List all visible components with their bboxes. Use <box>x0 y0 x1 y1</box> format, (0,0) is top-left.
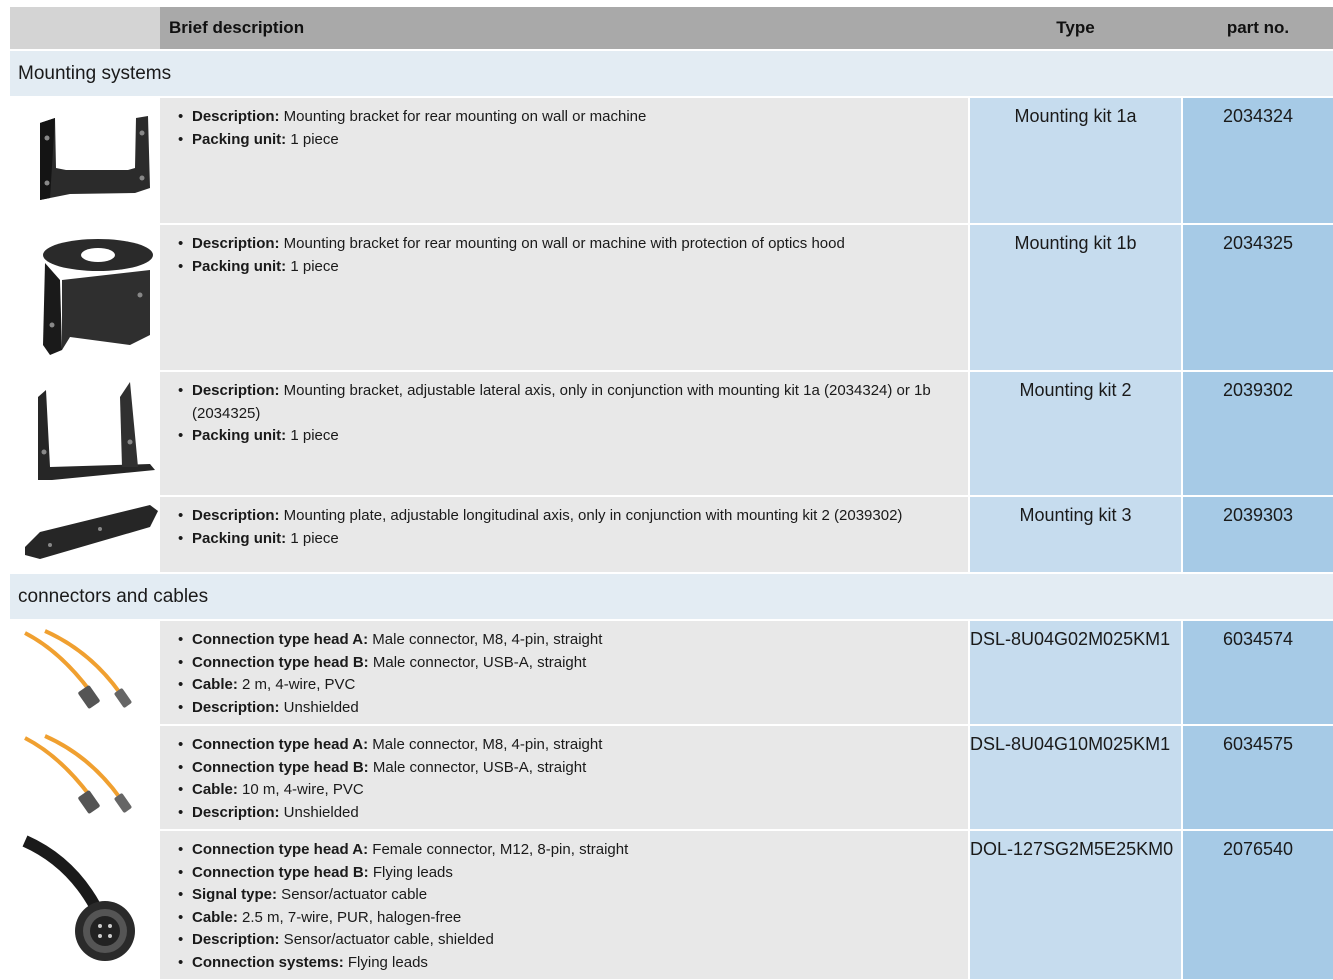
part-number-cell: 2039303 <box>1183 497 1333 572</box>
part-number-cell: 6034575 <box>1183 726 1333 829</box>
accessories-table: Brief description Type part no. Mounting… <box>10 7 1333 979</box>
list-item: Description: Sensor/actuator cable, shie… <box>178 929 958 952</box>
list-item: Connection type head A: Female connector… <box>178 839 958 862</box>
part-number-cell: 2076540 <box>1183 831 1333 979</box>
list-item: Packing unit: 1 piece <box>178 256 958 279</box>
table-row: Connection type head A: Female connector… <box>10 829 1333 979</box>
table-row: Description: Mounting bracket, adjustabl… <box>10 370 1333 495</box>
section-title: connectors and cables <box>10 572 1333 619</box>
adjustable-bracket-icon <box>10 372 160 495</box>
list-item: Description: Mounting bracket for rear m… <box>178 106 958 129</box>
list-item: Packing unit: 1 piece <box>178 129 958 152</box>
row-description: Connection type head A: Male connector, … <box>160 726 968 829</box>
table-row: Description: Mounting bracket for rear m… <box>10 223 1333 370</box>
type-cell: Mounting kit 3 <box>970 497 1181 572</box>
list-item: Connection type head B: Male connector, … <box>178 652 958 675</box>
list-item: Description: Mounting plate, adjustable … <box>178 505 958 528</box>
row-description: Description: Mounting bracket for rear m… <box>160 98 968 223</box>
m12-female-connector-icon <box>10 831 160 979</box>
type-cell: Mounting kit 2 <box>970 372 1181 495</box>
table-row: Description: Mounting bracket for rear m… <box>10 96 1333 223</box>
list-item: Description: Mounting bracket for rear m… <box>178 233 958 256</box>
type-cell: DSL-8U04G10M025KM1 <box>970 726 1181 829</box>
part-number-cell: 2034325 <box>1183 225 1333 370</box>
list-item: Description: Unshielded <box>178 802 958 825</box>
header-image-column <box>10 7 160 49</box>
row-description: Description: Mounting bracket, adjustabl… <box>160 372 968 495</box>
table-row: Connection type head A: Male connector, … <box>10 724 1333 829</box>
row-description: Connection type head A: Male connector, … <box>160 621 968 724</box>
header-part-no: part no. <box>1226 18 1290 37</box>
list-item: Connection type head B: Male connector, … <box>178 757 958 780</box>
table-header: Brief description Type part no. <box>10 7 1333 49</box>
type-cell: DSL-8U04G02M025KM1 <box>970 621 1181 724</box>
row-description: Description: Mounting plate, adjustable … <box>160 497 968 572</box>
mounting-plate-icon <box>10 497 160 572</box>
type-cell: DOL-127SG2M5E25KM0 <box>970 831 1181 979</box>
mounting-bracket-icon <box>10 98 160 223</box>
mounting-bracket-hood-icon <box>10 225 160 370</box>
usb-cable-icon <box>10 726 160 829</box>
list-item: Cable: 10 m, 4-wire, PVC <box>178 779 958 802</box>
list-item: Packing unit: 1 piece <box>178 528 958 551</box>
part-number-cell: 2039302 <box>1183 372 1333 495</box>
header-brief-description: Brief description <box>169 18 305 37</box>
list-item: Description: Mounting bracket, adjustabl… <box>178 380 958 425</box>
part-number-cell: 6034574 <box>1183 621 1333 724</box>
list-item: Description: Unshielded <box>178 697 958 720</box>
table-row: Description: Mounting plate, adjustable … <box>10 495 1333 572</box>
list-item: Cable: 2 m, 4-wire, PVC <box>178 674 958 697</box>
header-type: Type <box>1056 18 1095 37</box>
list-item: Packing unit: 1 piece <box>178 425 958 448</box>
list-item: Connection type head B: Flying leads <box>178 862 958 885</box>
list-item: Connection type head A: Male connector, … <box>178 734 958 757</box>
section-title: Mounting systems <box>10 49 1333 96</box>
type-cell: Mounting kit 1b <box>970 225 1181 370</box>
row-description: Connection type head A: Female connector… <box>160 831 968 979</box>
list-item: Connection type head A: Male connector, … <box>178 629 958 652</box>
part-number-cell: 2034324 <box>1183 98 1333 223</box>
list-item: Signal type: Sensor/actuator cable <box>178 884 958 907</box>
table-row: Connection type head A: Male connector, … <box>10 619 1333 724</box>
list-item: Connection systems: Flying leads <box>178 952 958 975</box>
row-description: Description: Mounting bracket for rear m… <box>160 225 968 370</box>
type-cell: Mounting kit 1a <box>970 98 1181 223</box>
list-item: Cable: 2.5 m, 7-wire, PUR, halogen-free <box>178 907 958 930</box>
usb-cable-icon <box>10 621 160 724</box>
